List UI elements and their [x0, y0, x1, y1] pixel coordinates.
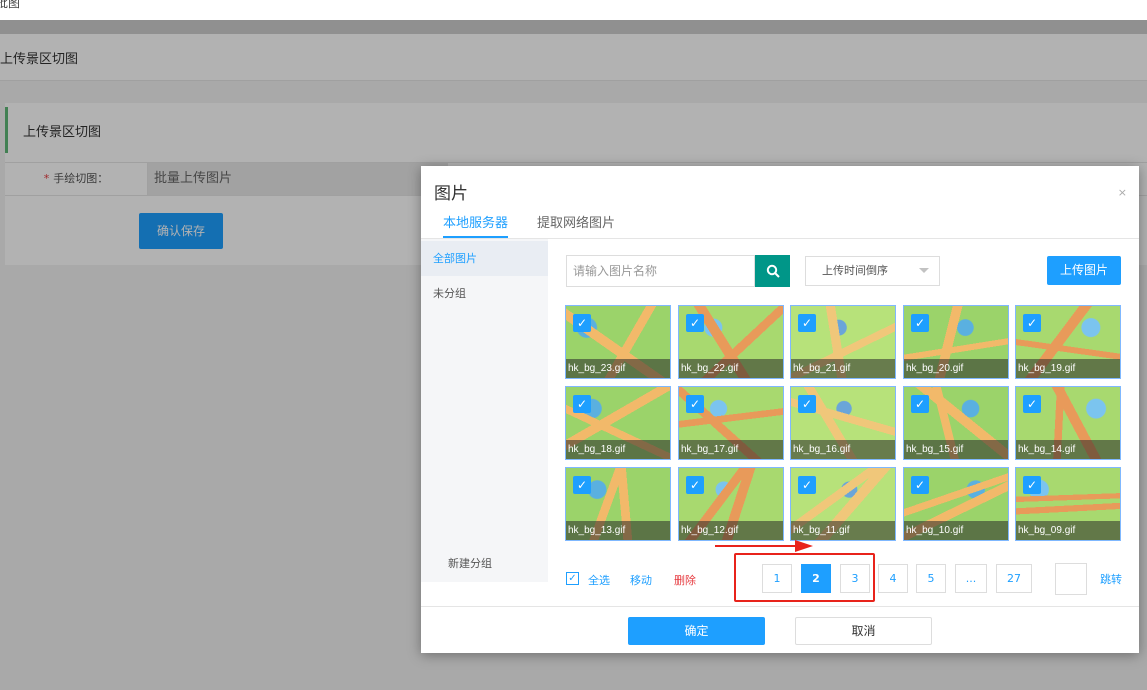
checkbox-checked-icon[interactable]: ✓ [911, 476, 929, 494]
image-filename: hk_bg_23.gif [566, 359, 670, 378]
confirm-button[interactable]: 确定 [628, 617, 765, 645]
image-thumbnail[interactable]: ✓ hk_bg_18.gif [565, 386, 671, 460]
new-group-link[interactable]: 新建分组 [448, 555, 492, 571]
annotation-arrow [715, 545, 797, 547]
checkbox-checked-icon[interactable]: ✓ [573, 395, 591, 413]
checkbox-checked-icon[interactable]: ✓ [686, 476, 704, 494]
annotation-arrow-head [795, 540, 813, 552]
image-filename: hk_bg_09.gif [1016, 521, 1120, 540]
image-thumbnail[interactable]: ✓ hk_bg_19.gif [1015, 305, 1121, 379]
page-button[interactable]: 4 [878, 564, 908, 593]
image-thumbnail[interactable]: ✓ hk_bg_21.gif [790, 305, 896, 379]
checkbox-checked-icon[interactable]: ✓ [911, 395, 929, 413]
delete-button[interactable]: 删除 [674, 572, 696, 588]
checkbox-checked-icon[interactable]: ✓ [798, 395, 816, 413]
modal-footer: 确定 取消 [421, 606, 1139, 653]
annotation-highlight-box [734, 553, 875, 602]
breadcrumb: 批图 [0, 0, 21, 10]
page-button-last[interactable]: 27 [996, 564, 1032, 593]
page-jump-button[interactable]: 跳转 [1100, 571, 1122, 587]
image-filename: hk_bg_21.gif [791, 359, 895, 378]
image-thumbnail[interactable]: ✓ hk_bg_22.gif [678, 305, 784, 379]
image-filename: hk_bg_11.gif [791, 521, 895, 540]
tab-network-image[interactable]: 提取网络图片 [537, 212, 615, 238]
move-button[interactable]: 移动 [630, 572, 652, 588]
image-thumbnail[interactable]: ✓ hk_bg_11.gif [790, 467, 896, 541]
image-thumbnail[interactable]: ✓ hk_bg_14.gif [1015, 386, 1121, 460]
search-button[interactable] [755, 255, 790, 287]
image-filename: hk_bg_16.gif [791, 440, 895, 459]
image-thumbnail[interactable]: ✓ hk_bg_10.gif [903, 467, 1009, 541]
select-all-label[interactable]: 全选 [588, 572, 610, 588]
checkbox-checked-icon[interactable]: ✓ [911, 314, 929, 332]
cancel-button[interactable]: 取消 [795, 617, 932, 645]
image-filename: hk_bg_12.gif [679, 521, 783, 540]
sort-select-value: 上传时间倒序 [822, 264, 888, 277]
close-icon[interactable]: × [1118, 186, 1127, 199]
image-filename: hk_bg_18.gif [566, 440, 670, 459]
image-filename: hk_bg_22.gif [679, 359, 783, 378]
image-thumbnail[interactable]: ✓ hk_bg_16.gif [790, 386, 896, 460]
image-thumbnail[interactable]: ✓ hk_bg_17.gif [678, 386, 784, 460]
checkbox-checked-icon[interactable]: ✓ [573, 476, 591, 494]
page-ellipsis: ... [955, 564, 987, 593]
image-thumbnail[interactable]: ✓ hk_bg_13.gif [565, 467, 671, 541]
chevron-down-icon [919, 268, 929, 273]
image-filename: hk_bg_13.gif [566, 521, 670, 540]
checkbox-checked-icon[interactable]: ✓ [1023, 476, 1041, 494]
modal-tabs: 本地服务器 提取网络图片 [421, 206, 1139, 239]
image-filename: hk_bg_17.gif [679, 440, 783, 459]
image-filename: hk_bg_20.gif [904, 359, 1008, 378]
image-filename: hk_bg_19.gif [1016, 359, 1120, 378]
checkbox-checked-icon[interactable]: ✓ [573, 314, 591, 332]
sort-select[interactable]: 上传时间倒序 [805, 256, 940, 286]
modal-title: 图片 [434, 184, 468, 204]
image-thumbnail[interactable]: ✓ hk_bg_12.gif [678, 467, 784, 541]
checkbox-checked-icon[interactable]: ✓ [686, 314, 704, 332]
page-button[interactable]: 5 [916, 564, 946, 593]
checkbox-checked-icon[interactable]: ✓ [1023, 314, 1041, 332]
search-input[interactable]: 请输入图片名称 [566, 255, 755, 287]
image-thumbnail[interactable]: ✓ hk_bg_20.gif [903, 305, 1009, 379]
image-picker-modal: 图片 × 本地服务器 提取网络图片 全部图片 未分组 新建分组 请输入图片名称 … [421, 166, 1139, 653]
sidebar-item-ungrouped[interactable]: 未分组 [421, 276, 548, 311]
checkbox-checked-icon[interactable]: ✓ [798, 314, 816, 332]
image-filename: hk_bg_14.gif [1016, 440, 1120, 459]
image-thumbnail[interactable]: ✓ hk_bg_15.gif [903, 386, 1009, 460]
checkbox-checked-icon[interactable]: ✓ [1023, 395, 1041, 413]
upload-image-button[interactable]: 上传图片 [1047, 256, 1121, 285]
image-filename: hk_bg_15.gif [904, 440, 1008, 459]
checkbox-checked-icon[interactable]: ✓ [798, 476, 816, 494]
select-all-checkbox[interactable]: ✓ [566, 572, 579, 585]
top-bar: 批图 [0, 0, 1147, 20]
search-icon [766, 264, 780, 278]
image-thumbnail[interactable]: ✓ hk_bg_09.gif [1015, 467, 1121, 541]
page-jump-input[interactable] [1055, 563, 1087, 595]
checkbox-checked-icon[interactable]: ✓ [686, 395, 704, 413]
image-thumbnail[interactable]: ✓ hk_bg_23.gif [565, 305, 671, 379]
image-filename: hk_bg_10.gif [904, 521, 1008, 540]
sidebar-item-all-images[interactable]: 全部图片 [421, 241, 548, 276]
group-sidebar: 全部图片 未分组 新建分组 [421, 239, 548, 582]
tab-local-server[interactable]: 本地服务器 [443, 212, 509, 238]
